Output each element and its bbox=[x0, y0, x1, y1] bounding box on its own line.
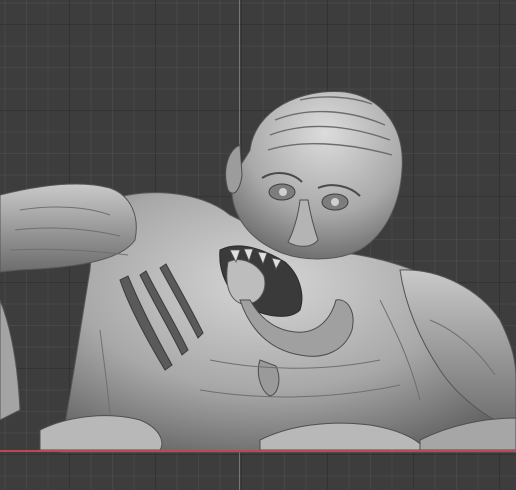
ear-mesh bbox=[225, 144, 243, 194]
x-axis-line bbox=[0, 450, 516, 452]
head-mesh bbox=[231, 91, 403, 260]
sculpt-mesh[interactable] bbox=[0, 0, 516, 490]
3d-viewport[interactable] bbox=[0, 0, 516, 490]
left-forearm-mesh bbox=[0, 299, 21, 421]
